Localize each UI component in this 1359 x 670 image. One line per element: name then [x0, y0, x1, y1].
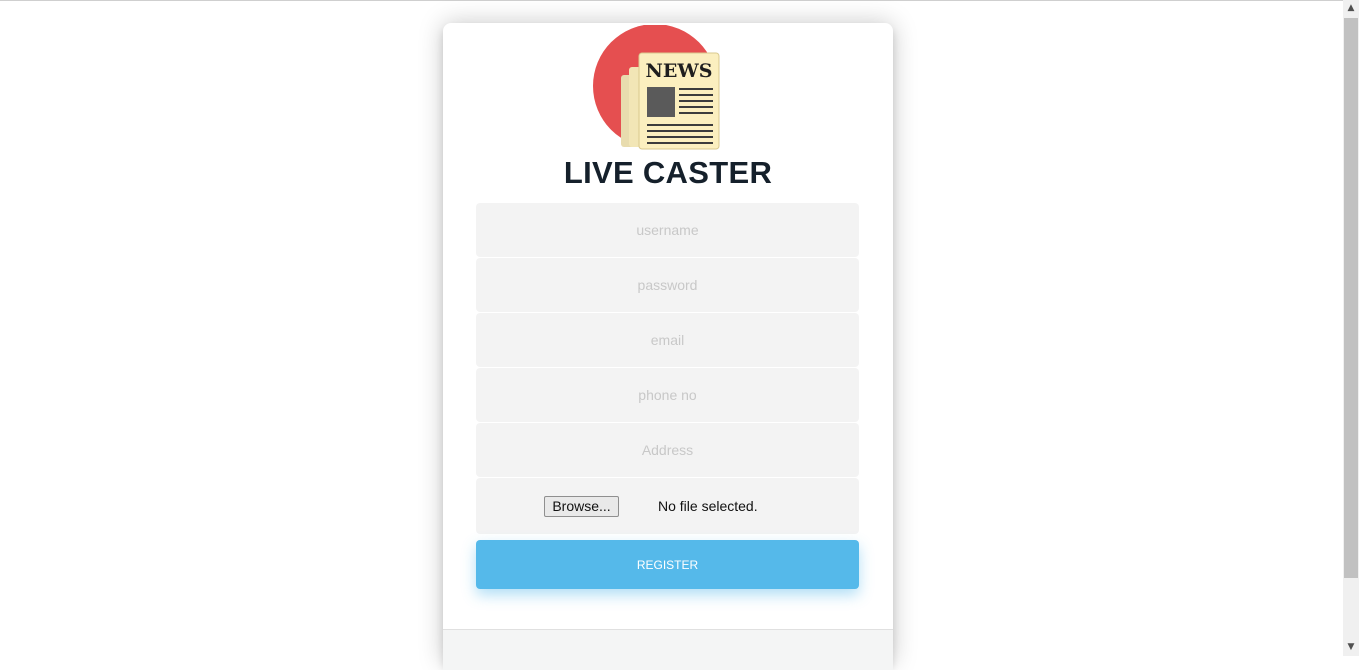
phone-input[interactable] [476, 368, 859, 422]
file-upload-field: Browse... No file selected. [476, 478, 859, 534]
scroll-up-arrow-icon[interactable]: ▲ [1343, 0, 1359, 17]
scroll-down-arrow-icon[interactable]: ▼ [1343, 639, 1359, 656]
card-footer [443, 629, 893, 670]
username-input[interactable] [476, 203, 859, 257]
logo-news-text: NEWS [646, 60, 713, 82]
file-status-text: No file selected. [658, 498, 758, 514]
app-title: LIVE CASTER [563, 155, 773, 190]
page: NEWS LIVE CASTER Browse... No file selec… [0, 1, 1343, 670]
scrollbar-thumb[interactable] [1344, 18, 1358, 578]
browse-button[interactable]: Browse... [544, 496, 619, 517]
email-input[interactable] [476, 313, 859, 367]
register-card: NEWS LIVE CASTER Browse... No file selec… [443, 23, 893, 670]
vertical-scrollbar[interactable]: ▲ ▼ [1343, 0, 1359, 656]
register-button[interactable]: REGISTER [476, 540, 859, 589]
address-input[interactable] [476, 423, 859, 477]
newspaper-icon: NEWS [593, 25, 720, 150]
password-input[interactable] [476, 258, 859, 312]
